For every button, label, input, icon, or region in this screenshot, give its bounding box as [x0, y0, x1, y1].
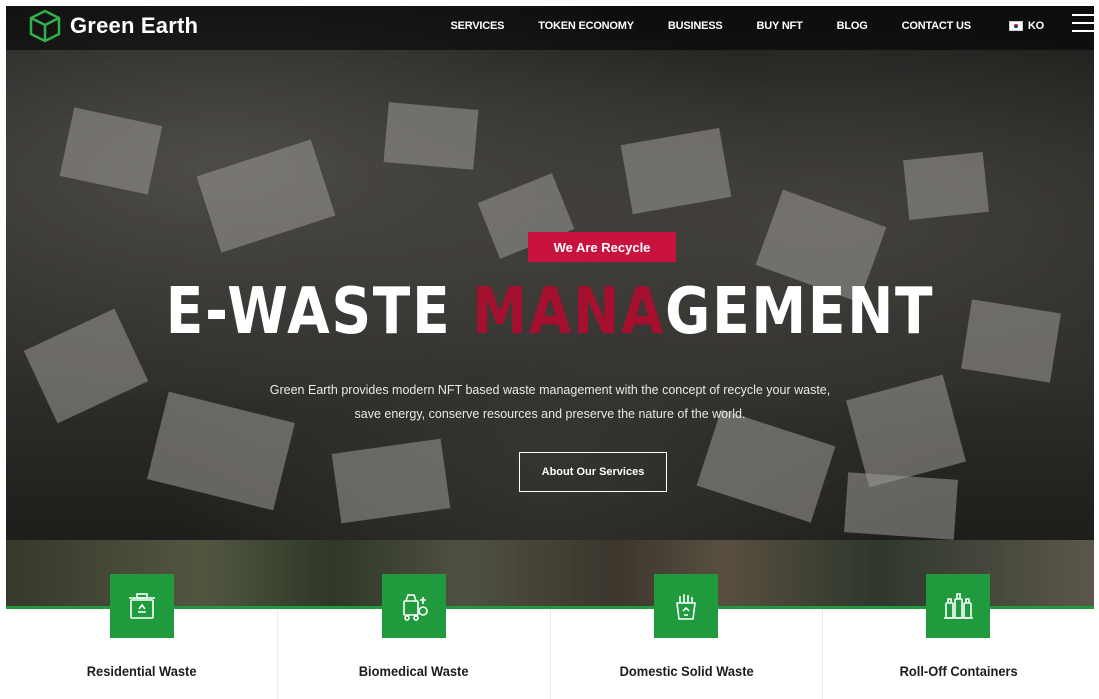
- headline-part-1: E-WASTE: [165, 275, 473, 349]
- nav-item-blog[interactable]: BLOG: [837, 20, 868, 32]
- headline-part-2: GEMENT: [665, 275, 935, 349]
- hero-description-line-1: Green Earth provides modern NFT based wa…: [269, 383, 831, 397]
- service-card-roll-off[interactable]: Roll-Off Containers: [823, 574, 1094, 699]
- hero-badge: We Are Recycle: [528, 232, 676, 262]
- hero-description-line-2: save energy, conserve resources and pres…: [354, 407, 746, 421]
- service-title: Domestic Solid Waste: [619, 663, 754, 679]
- language-selector[interactable]: KO: [1008, 20, 1044, 32]
- service-title: Roll-Off Containers: [899, 663, 1018, 679]
- biomedical-waste-icon: [381, 574, 446, 638]
- hero-section: Green Earth SERVICES TOKEN ECONOMY BUSIN…: [6, 6, 1094, 546]
- about-services-button[interactable]: About Our Services: [519, 452, 667, 492]
- brand-name: Green Earth: [70, 13, 199, 38]
- hero-headline: E-WASTE MANAGEMENT: [82, 276, 1018, 348]
- brand-logo[interactable]: Green Earth: [28, 9, 198, 43]
- service-title: Biomedical Waste: [358, 663, 469, 679]
- service-title: Residential Waste: [86, 663, 197, 679]
- page-frame: Green Earth SERVICES TOKEN ECONOMY BUSIN…: [6, 6, 1094, 699]
- headline-accent: MANA: [472, 275, 666, 349]
- language-code: KO: [1027, 20, 1044, 32]
- nav-item-services[interactable]: SERVICES: [450, 20, 504, 32]
- service-card-residential[interactable]: Residential Waste: [6, 574, 279, 699]
- hero-description: Green Earth provides modern NFT based wa…: [226, 378, 874, 426]
- service-card-domestic[interactable]: Domestic Solid Waste: [551, 574, 823, 699]
- waste-container-icon: [654, 574, 719, 638]
- recycle-bin-icon: [109, 574, 174, 638]
- services-cards: Residential Waste Biomedical Waste Domes…: [6, 574, 1094, 699]
- nav-item-token-economy[interactable]: TOKEN ECONOMY: [538, 20, 634, 32]
- nav-item-buy-nft[interactable]: BUY NFT: [757, 20, 803, 32]
- nav-item-contact-us[interactable]: CONTACT US: [902, 20, 971, 32]
- service-card-biomedical[interactable]: Biomedical Waste: [278, 574, 551, 699]
- hamburger-menu-icon[interactable]: [1072, 14, 1094, 34]
- korea-flag-icon: [1008, 21, 1023, 31]
- top-navigation-bar: Green Earth SERVICES TOKEN ECONOMY BUSIN…: [6, 6, 1094, 50]
- cube-logo-icon: [29, 9, 61, 43]
- main-nav: SERVICES TOKEN ECONOMY BUSINESS BUY NFT …: [416, 20, 1044, 32]
- nav-item-business[interactable]: BUSINESS: [668, 20, 723, 32]
- bottles-containers-icon: [926, 574, 991, 638]
